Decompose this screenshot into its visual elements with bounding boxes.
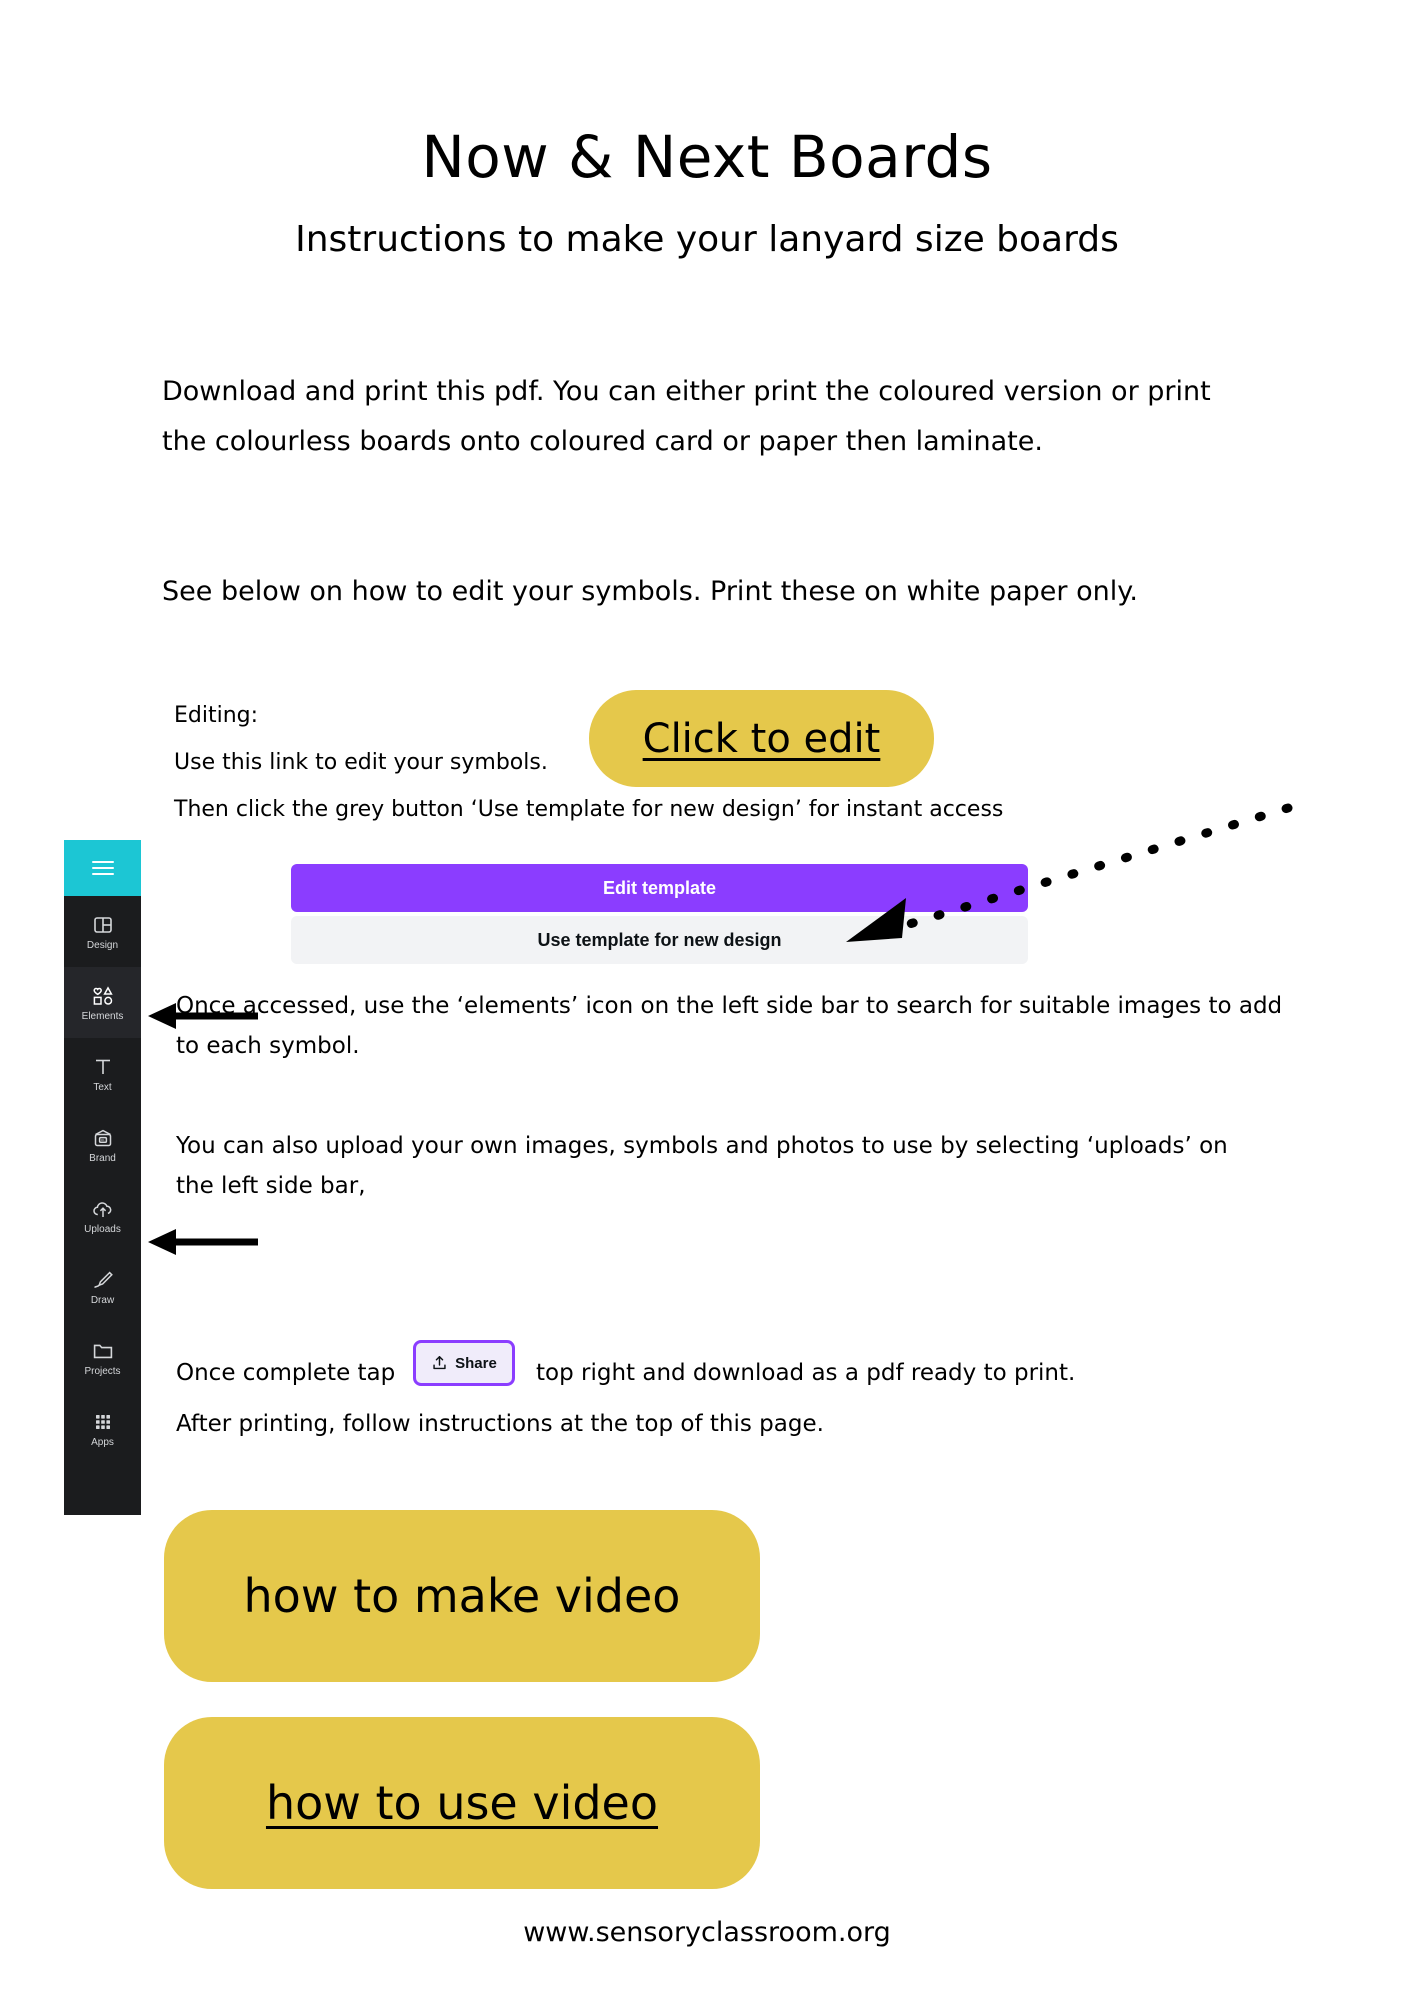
intro-paragraph-2: See below on how to edit your symbols. P… [162,576,1138,607]
folder-icon [93,1344,112,1358]
share-button[interactable]: Share [413,1340,515,1386]
instruction-share-prefix: Once complete tap [176,1360,396,1386]
design-layout-icon [93,916,112,933]
page-subtitle: Instructions to make your lanyard size b… [295,219,1119,260]
sidebar-item-draw[interactable]: Draw [64,1251,141,1322]
instruction-share-suffix: top right and download as a pdf ready to… [536,1360,1076,1386]
sidebar-item-brand[interactable]: co. Brand [64,1109,141,1180]
sidebar-label-text: Text [93,1081,112,1093]
editing-line-3: Then click the grey button ‘Use template… [174,797,1004,822]
svg-text:co.: co. [100,1138,105,1142]
use-template-label: Use template for new design [537,929,782,950]
page-title: Now & Next Boards [421,123,993,191]
instruction-elements: Once accessed, use the ‘elements’ icon o… [176,993,1283,1060]
sidebar-label-brand: Brand [89,1152,116,1164]
sidebar-label-projects: Projects [84,1365,121,1377]
cloud-upload-icon [92,1201,111,1217]
sidebar-item-projects[interactable]: Projects [64,1322,141,1393]
how-to-make-video-label: how to make video [243,1569,681,1623]
sidebar-item-text[interactable]: Text [64,1038,141,1109]
use-template-for-new-design-button[interactable]: Use template for new design [291,916,1028,964]
upload-share-icon [433,1355,446,1370]
sidebar-label-elements: Elements [81,1010,124,1022]
click-to-edit-button[interactable]: Click to edit [589,690,934,787]
instruction-after-printing: After printing, follow instructions at t… [176,1411,824,1437]
text-t-icon [95,1059,110,1074]
edit-template-label: Edit template [602,877,717,898]
sidebar-label-uploads: Uploads [84,1223,121,1235]
sidebar-item-elements[interactable]: Elements [64,967,141,1038]
brand-wallet-icon: co. [94,1129,111,1146]
document-page: Now & Next Boards Instructions to make y… [0,0,1414,2000]
sidebar-label-design: Design [86,939,119,951]
sidebar-label-draw: Draw [90,1294,115,1306]
how-to-use-video-button[interactable]: how to use video [164,1717,760,1889]
apps-grid-icon [95,1414,110,1429]
hamburger-menu-button[interactable] [64,840,141,896]
hamburger-menu-icon [91,857,114,879]
canva-left-sidebar: Design Elements Text co. Brand Uploads D… [64,840,141,1515]
footer-website-url: www.sensoryclassroom.org [523,1917,891,1948]
how-to-make-video-button[interactable]: how to make video [164,1510,760,1682]
instruction-uploads: You can also upload your own images, sym… [176,1133,1228,1200]
editing-label: Editing: [174,703,259,728]
elements-shapes-icon [92,985,113,1005]
sidebar-item-design[interactable]: Design [64,896,141,967]
intro-paragraph-1: Download and print this pdf. You can eit… [162,376,1211,457]
click-to-edit-label: Click to edit [642,715,881,762]
sidebar-item-apps[interactable]: Apps [64,1393,141,1464]
draw-pen-icon [93,1271,113,1288]
share-button-label: Share [455,1354,497,1372]
sidebar-item-uploads[interactable]: Uploads [64,1180,141,1251]
editing-line-2: Use this link to edit your symbols. [174,750,548,775]
edit-template-button[interactable]: Edit template [291,864,1028,912]
how-to-use-video-label: how to use video [265,1776,659,1830]
sidebar-label-apps: Apps [91,1436,114,1448]
arrow-pointing-to-uploads [148,1229,258,1255]
